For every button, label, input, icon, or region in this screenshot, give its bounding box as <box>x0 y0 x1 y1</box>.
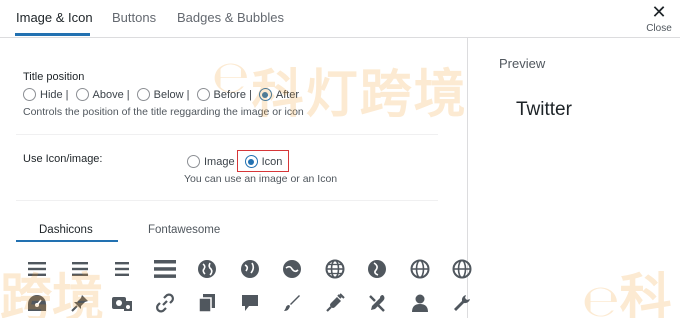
title-position-label: Title position <box>23 71 85 83</box>
active-subtab-indicator <box>16 240 118 242</box>
align-right-icon[interactable] <box>101 257 144 281</box>
globe-icon[interactable] <box>441 257 484 281</box>
preview-title: Preview <box>499 56 546 71</box>
title-position-above-option[interactable]: Above | <box>75 88 130 101</box>
radio-button[interactable] <box>196 88 210 101</box>
title-position-radio-group: Hide | Above | Below | Before | After <box>23 88 306 101</box>
icon-grid-row <box>16 291 484 315</box>
title-position-after-option[interactable]: After <box>258 88 300 101</box>
globe-icon[interactable] <box>399 257 442 281</box>
copy-icon[interactable] <box>186 291 229 315</box>
radio-button-checked[interactable] <box>258 88 272 101</box>
radio-label-image: Image <box>204 155 235 168</box>
radio-label-above: Above | <box>92 88 130 101</box>
close-icon: ✕ <box>651 2 667 22</box>
globe-icon[interactable] <box>314 257 357 281</box>
radio-label-after: After <box>275 88 300 101</box>
radio-label-hide: Hide | <box>40 88 69 101</box>
radio-button[interactable] <box>75 88 89 101</box>
use-icon-image-option[interactable]: Image <box>187 155 235 168</box>
tab-dashicons[interactable]: Dashicons <box>39 224 93 236</box>
title-position-before-option[interactable]: Before | <box>196 88 252 101</box>
globe-icon[interactable] <box>186 257 229 281</box>
watermark-text: 科 <box>619 269 672 318</box>
comment-icon[interactable] <box>229 291 272 315</box>
tab-buttons[interactable]: Buttons <box>112 10 156 25</box>
menu-icon[interactable] <box>144 257 187 281</box>
radio-label-below: Below | <box>153 88 190 101</box>
watermark-logo: ℮科 <box>582 256 672 318</box>
globe-icon[interactable] <box>356 257 399 281</box>
wrench-icon[interactable] <box>441 291 484 315</box>
use-icon-help: You can use an image or an Icon <box>184 173 338 185</box>
globe-icon[interactable] <box>229 257 272 281</box>
align-center-icon[interactable] <box>59 257 102 281</box>
radio-label-before: Before | <box>213 88 252 101</box>
highlight-annotation <box>237 150 289 172</box>
radio-button[interactable] <box>187 155 200 168</box>
radio-button[interactable] <box>23 88 36 101</box>
active-tab-indicator <box>15 33 90 36</box>
icon-grid-row <box>16 257 484 281</box>
align-left-icon[interactable] <box>16 257 59 281</box>
media-icon[interactable] <box>101 291 144 315</box>
close-button[interactable]: ✕ Close <box>644 3 674 34</box>
brush-icon[interactable] <box>271 291 314 315</box>
tab-fontawesome[interactable]: Fontawesome <box>148 224 220 236</box>
title-position-help: Controls the position of the title regga… <box>23 106 304 118</box>
pin-icon[interactable] <box>59 291 102 315</box>
title-position-below-option[interactable]: Below | <box>136 88 190 101</box>
close-label: Close <box>646 23 672 34</box>
tools-icon[interactable] <box>356 291 399 315</box>
link-icon[interactable] <box>144 291 187 315</box>
plugin-icon[interactable] <box>314 291 357 315</box>
tab-image-icon[interactable]: Image & Icon <box>16 10 93 25</box>
preview-text: Twitter <box>516 99 572 120</box>
tab-badges-bubbles[interactable]: Badges & Bubbles <box>177 10 284 25</box>
globe-icon[interactable] <box>271 257 314 281</box>
title-position-hide-option[interactable]: Hide | <box>23 88 69 101</box>
section-divider <box>16 134 438 135</box>
tab-bar: Image & Icon Buttons Badges & Bubbles <box>0 0 680 38</box>
use-icon-label: Use Icon/image: <box>23 153 103 165</box>
user-icon[interactable] <box>399 291 442 315</box>
section-divider <box>16 200 438 201</box>
radio-button[interactable] <box>136 88 150 101</box>
dashboard-icon[interactable] <box>16 291 59 315</box>
